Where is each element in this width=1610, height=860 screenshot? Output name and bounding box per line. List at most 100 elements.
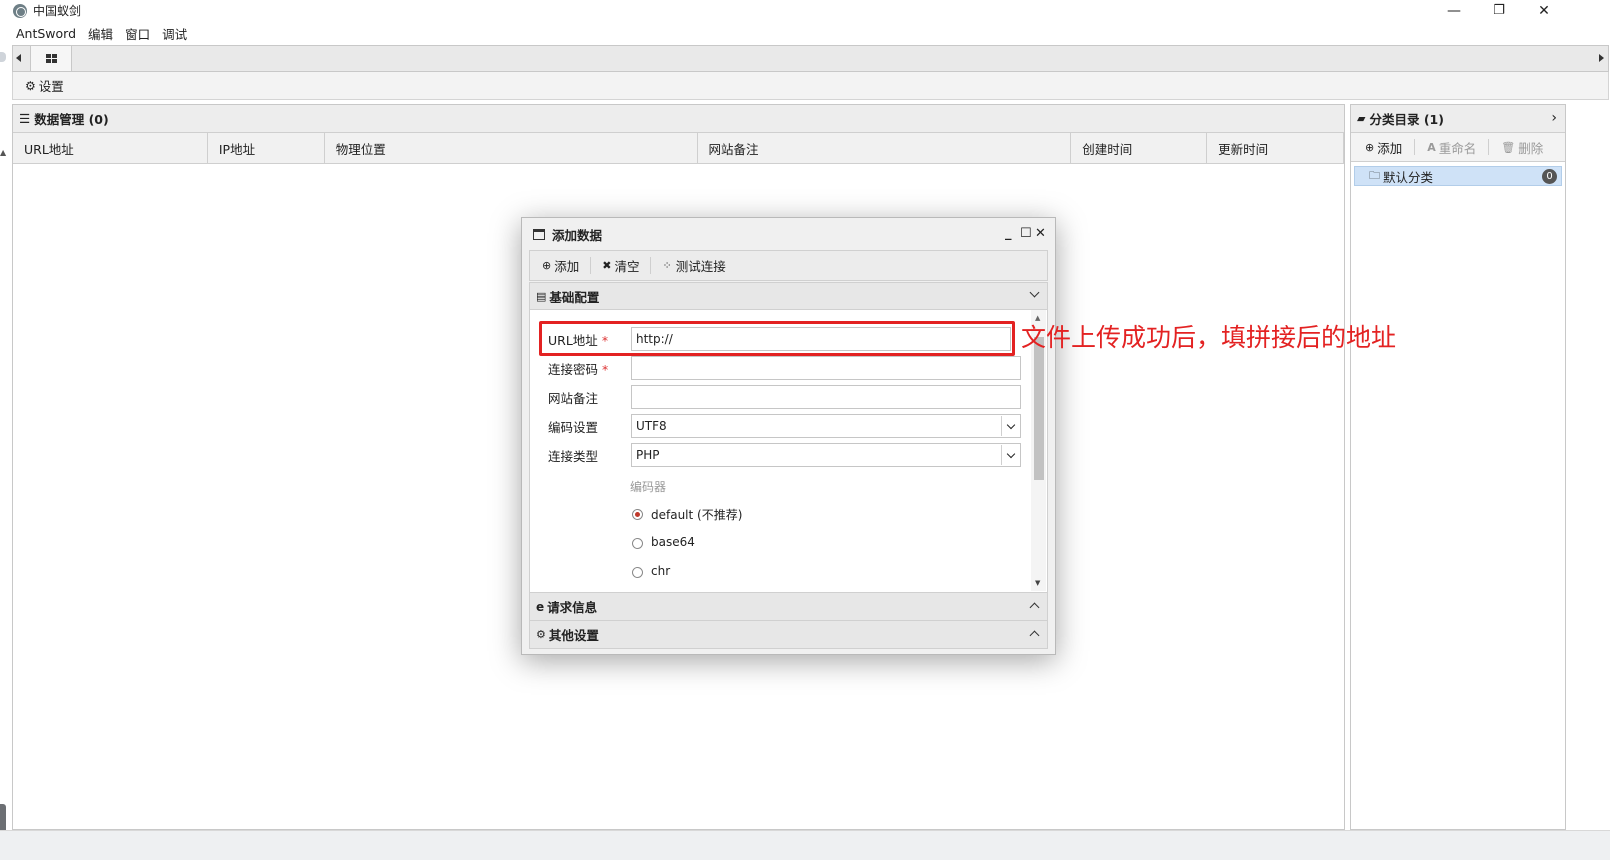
plus-circle-icon: ⊕ bbox=[542, 259, 552, 272]
chevron-down-icon bbox=[1001, 445, 1019, 465]
settings-button[interactable]: ⚙ 设置 bbox=[25, 76, 64, 95]
plus-circle-icon: ⊕ bbox=[1365, 140, 1375, 154]
folder-open-icon: 🗀 bbox=[1369, 168, 1380, 182]
annotation-highlight-box bbox=[539, 321, 1015, 356]
dialog-test-label: 测试连接 bbox=[675, 259, 726, 274]
encoder-label: 编码器 bbox=[630, 480, 667, 494]
tab-strip bbox=[12, 45, 1609, 72]
category-add-button[interactable]: ⊕ 添加 bbox=[1365, 138, 1402, 157]
trash-icon: 🗑 bbox=[1501, 140, 1516, 154]
table-header: URL地址 IP地址 物理位置 网站备注 创建时间 更新时间 bbox=[13, 133, 1345, 164]
section-request-header[interactable]: e 请求信息 bbox=[529, 593, 1048, 621]
type-select[interactable]: PHP bbox=[631, 443, 1021, 467]
encoding-label: 编码设置 bbox=[548, 419, 599, 435]
encoder-radio-default[interactable] bbox=[632, 509, 643, 520]
scroll-left-icon[interactable] bbox=[16, 54, 21, 62]
encoder-label-default: default (不推荐) bbox=[651, 508, 743, 522]
category-panel-header: ▰ 分类目录 (1) › bbox=[1351, 105, 1565, 133]
scroll-down-icon[interactable]: ▼ bbox=[1035, 579, 1040, 587]
grid-icon bbox=[45, 54, 57, 63]
tab-home[interactable] bbox=[30, 46, 72, 71]
spinner-icon: ⁘ bbox=[662, 259, 672, 272]
ie-icon: e bbox=[536, 599, 545, 614]
dialog-test-button[interactable]: ⁘ 测试连接 bbox=[662, 256, 725, 275]
note-input[interactable] bbox=[631, 385, 1021, 409]
section-basic-title: 基础配置 bbox=[549, 289, 600, 305]
column-location[interactable]: 物理位置 bbox=[325, 133, 698, 163]
category-panel: ▰ 分类目录 (1) › ⊕ 添加 A 重命名 🗑 删除 🗀 默认分类 0 bbox=[1350, 104, 1566, 830]
dialog-add-label: 添加 bbox=[554, 259, 580, 274]
category-rename-button[interactable]: A 重命名 bbox=[1427, 138, 1476, 157]
window-title: 中国蚁剑 bbox=[33, 4, 82, 18]
minimize-button[interactable]: — bbox=[1431, 0, 1477, 21]
encoder-label-base64: base64 bbox=[651, 535, 695, 549]
note-label: 网站备注 bbox=[548, 390, 599, 406]
section-basic-header[interactable]: ▤ 基础配置 bbox=[529, 282, 1048, 310]
x-icon: ✖ bbox=[602, 259, 612, 272]
title-bar: 中国蚁剑 — ❐ ✕ bbox=[0, 0, 1610, 21]
restore-button[interactable]: ❐ bbox=[1476, 0, 1522, 21]
dialog-add-button[interactable]: ⊕ 添加 bbox=[542, 256, 579, 275]
menu-bar: AntSword 编辑 窗口 调试 bbox=[0, 22, 1610, 44]
menu-debug[interactable]: 调试 bbox=[162, 24, 187, 43]
menu-window[interactable]: 窗口 bbox=[125, 24, 150, 43]
encoding-select[interactable]: UTF8 bbox=[631, 414, 1021, 438]
dialog-title-bar[interactable]: 添加数据 _ ☐ ✕ bbox=[522, 218, 1055, 250]
file-icon: ▤ bbox=[536, 289, 547, 303]
column-note[interactable]: 网站备注 bbox=[698, 133, 1072, 163]
column-updated[interactable]: 更新时间 bbox=[1207, 133, 1345, 163]
section-other-header[interactable]: ⚙ 其他设置 bbox=[529, 621, 1048, 649]
type-label: 连接类型 bbox=[548, 448, 599, 464]
encoder-radio-base64[interactable] bbox=[632, 538, 643, 549]
category-item-label: 默认分类 bbox=[1383, 169, 1434, 185]
data-panel-header: ☰ 数据管理 (0) bbox=[13, 105, 1344, 133]
encoding-value: UTF8 bbox=[636, 419, 667, 433]
chevron-up-icon bbox=[1029, 630, 1040, 641]
bottom-strip bbox=[0, 830, 1610, 860]
password-label: 连接密码 * bbox=[548, 361, 609, 377]
dialog-clear-label: 清空 bbox=[614, 259, 640, 274]
column-url[interactable]: URL地址 bbox=[13, 133, 208, 163]
category-delete-button[interactable]: 🗑 删除 bbox=[1501, 138, 1543, 157]
chevron-down-icon bbox=[1001, 416, 1019, 436]
section-request-title: 请求信息 bbox=[547, 600, 598, 615]
window-icon bbox=[533, 228, 545, 240]
encoder-radio-chr[interactable] bbox=[632, 567, 643, 578]
dialog-minimize-button[interactable]: _ bbox=[1005, 226, 1012, 241]
count-badge: 0 bbox=[1542, 169, 1557, 184]
folder-icon: ▰ bbox=[1357, 112, 1366, 125]
scroll-right-icon[interactable] bbox=[1599, 54, 1604, 62]
category-item-default[interactable]: 🗀 默认分类 0 bbox=[1354, 166, 1562, 186]
dialog-close-button[interactable]: ✕ bbox=[1035, 226, 1046, 241]
menu-antsword[interactable]: AntSword bbox=[16, 26, 76, 41]
dialog-title: 添加数据 bbox=[552, 227, 603, 243]
data-panel-title: 数据管理 (0) bbox=[34, 112, 109, 127]
list-icon: ☰ bbox=[19, 111, 31, 126]
category-add-label: 添加 bbox=[1377, 140, 1403, 156]
collapse-chevron-icon[interactable]: › bbox=[1551, 110, 1557, 126]
cogs-icon: ⚙ bbox=[536, 628, 546, 641]
category-delete-label: 删除 bbox=[1518, 140, 1544, 156]
left-edge: ▲ bbox=[0, 52, 7, 838]
add-data-dialog: 添加数据 _ ☐ ✕ ⊕ 添加 ✖ 清空 ⁘ 测试连接 ▤ 基础配置 URL地址… bbox=[521, 217, 1056, 655]
close-button[interactable]: ✕ bbox=[1521, 0, 1567, 21]
section-other-title: 其他设置 bbox=[548, 628, 599, 643]
category-panel-title: 分类目录 (1) bbox=[1369, 112, 1444, 127]
gear-icon: ⚙ bbox=[25, 78, 36, 93]
encoder-label-chr: chr bbox=[651, 564, 671, 578]
dialog-clear-button[interactable]: ✖ 清空 bbox=[602, 256, 639, 275]
category-toolbar: ⊕ 添加 A 重命名 🗑 删除 bbox=[1351, 133, 1565, 162]
menu-edit[interactable]: 编辑 bbox=[88, 24, 113, 43]
scroll-thumb[interactable] bbox=[1034, 337, 1044, 480]
annotation-text: 文件上传成功后，填拼接后的地址 bbox=[1021, 323, 1397, 352]
app-logo-icon bbox=[13, 3, 27, 18]
column-ip[interactable]: IP地址 bbox=[208, 133, 325, 163]
settings-bar: ⚙ 设置 bbox=[12, 72, 1609, 100]
dialog-maximize-button[interactable]: ☐ bbox=[1020, 226, 1032, 241]
password-input[interactable] bbox=[631, 356, 1021, 380]
font-icon: A bbox=[1427, 140, 1436, 154]
column-created[interactable]: 创建时间 bbox=[1071, 133, 1208, 163]
type-value: PHP bbox=[636, 448, 660, 462]
settings-label: 设置 bbox=[38, 79, 64, 94]
chevron-down-icon bbox=[1029, 287, 1040, 298]
